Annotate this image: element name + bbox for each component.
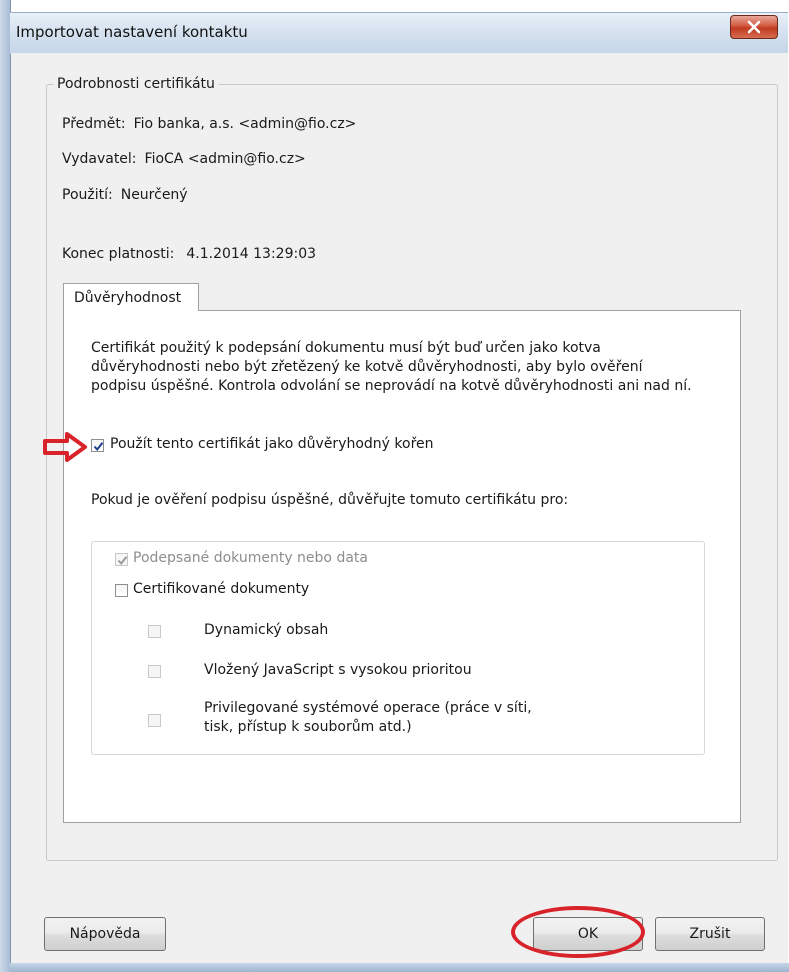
- ok-button[interactable]: OK: [533, 917, 643, 951]
- trust-description: Certifikát použitý k podepsání dokumentu…: [91, 340, 692, 394]
- trusted-root-label[interactable]: Použít tento certifikát jako důvěryhodný…: [110, 436, 434, 452]
- usage-label: Použití:: [62, 187, 113, 203]
- dynamic-content-checkbox[interactable]: [148, 625, 161, 638]
- title-bar[interactable]: Importovat nastavení kontaktu: [10, 12, 788, 54]
- privileged-operations-label: Privilegované systémové operace (práce v…: [204, 700, 532, 735]
- tab-trust[interactable]: Důvěryhodnost: [63, 283, 199, 311]
- javascript-label: Vložený JavaScript s vysokou prioritou: [204, 662, 472, 678]
- certified-documents-label[interactable]: Certifikované dokumenty: [133, 581, 309, 597]
- dialog-body: Podrobnosti certifikátu Předmět: Fio bank…: [11, 53, 788, 963]
- close-icon: [747, 20, 761, 34]
- certified-documents-checkbox[interactable]: [115, 584, 128, 597]
- subject-value: Fio banka, a.s. <admin@fio.cz>: [133, 116, 357, 132]
- window-bottom-frame: [10, 963, 789, 972]
- certificate-details-legend: Podrobnosti certifikátu: [54, 76, 218, 92]
- checkmark-icon: [117, 556, 128, 566]
- expiry-row: Konec platnosti: 4.1.2014 13:29:03: [62, 246, 316, 262]
- close-button[interactable]: [730, 15, 778, 39]
- trust-for-text: Pokud je ověření podpisu úspěšné, důvěřu…: [91, 492, 569, 508]
- issuer-row: Vydavatel: FioCA <admin@fio.cz>: [62, 151, 306, 167]
- expiry-value: 4.1.2014 13:29:03: [186, 246, 317, 262]
- red-arrow-annotation-icon: [43, 432, 87, 462]
- privileged-operations-checkbox[interactable]: [148, 714, 161, 727]
- cancel-button[interactable]: Zrušit: [655, 917, 765, 951]
- signed-documents-label: Podepsané dokumenty nebo data: [133, 550, 368, 566]
- signed-documents-checkbox[interactable]: [115, 553, 128, 566]
- window-frame: [0, 0, 11, 972]
- expiry-label: Konec platnosti:: [62, 246, 175, 262]
- checkmark-icon: [93, 442, 104, 452]
- help-button[interactable]: Nápověda: [44, 917, 166, 951]
- javascript-checkbox[interactable]: [148, 665, 161, 678]
- issuer-label: Vydavatel:: [62, 151, 137, 167]
- window-title: Importovat nastavení kontaktu: [16, 23, 248, 41]
- usage-row: Použití: Neurčený: [62, 187, 188, 203]
- usage-value: Neurčený: [120, 187, 188, 203]
- subject-label: Předmět:: [62, 116, 126, 132]
- issuer-value: FioCA <admin@fio.cz>: [144, 151, 306, 167]
- subject-row: Předmět: Fio banka, a.s. <admin@fio.cz>: [62, 116, 356, 132]
- dynamic-content-label: Dynamický obsah: [204, 622, 329, 638]
- trusted-root-checkbox[interactable]: [91, 439, 104, 452]
